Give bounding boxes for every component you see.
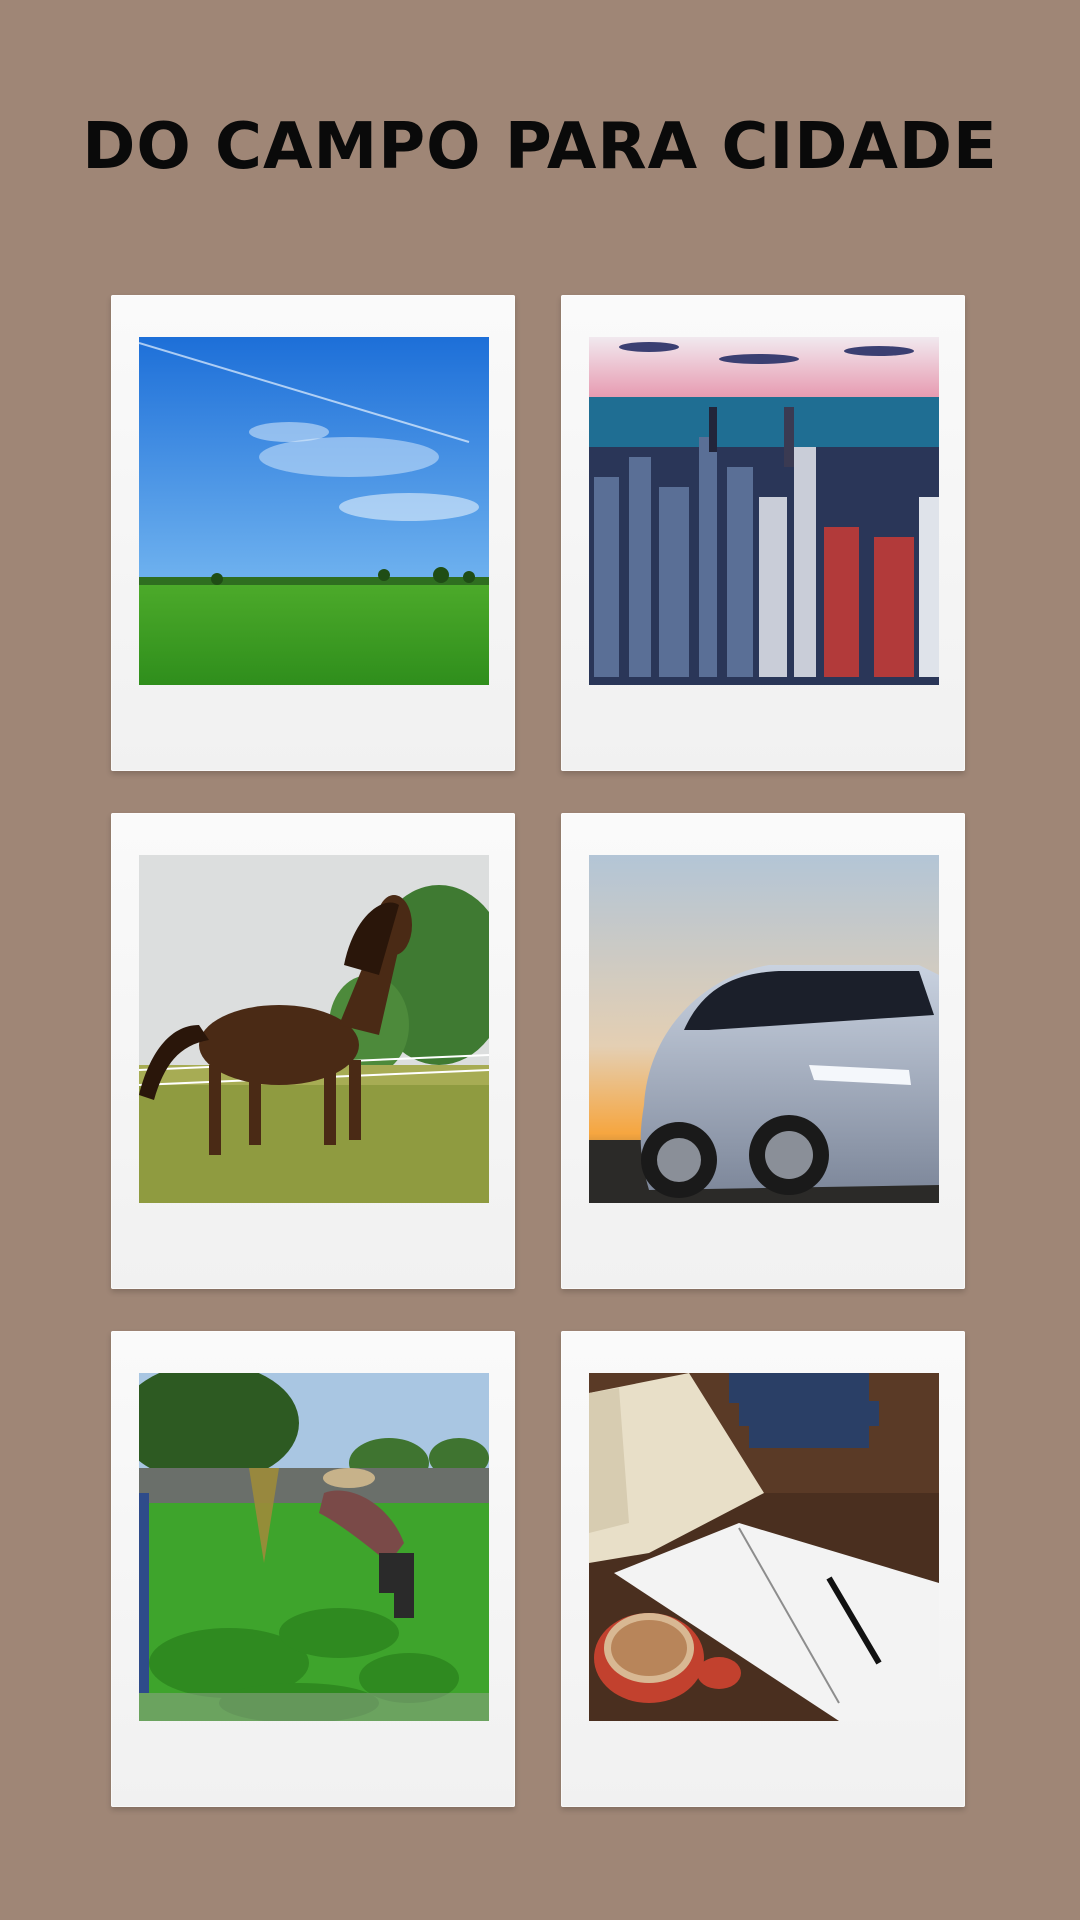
photo-city-skyline [589, 337, 939, 685]
polaroid-car [561, 813, 965, 1289]
page-title: DO CAMPO PARA CIDADE [82, 110, 998, 184]
polaroid-city [561, 295, 965, 771]
photo-horse [139, 855, 489, 1203]
photo-green-field [139, 337, 489, 685]
photo-car [589, 855, 939, 1203]
polaroid-farmer [111, 1331, 515, 1807]
photo-books-coffee [589, 1373, 939, 1721]
photo-rice-farmer [139, 1373, 489, 1721]
polaroid-horse [111, 813, 515, 1289]
polaroid-study [561, 1331, 965, 1807]
polaroid-field [111, 295, 515, 771]
